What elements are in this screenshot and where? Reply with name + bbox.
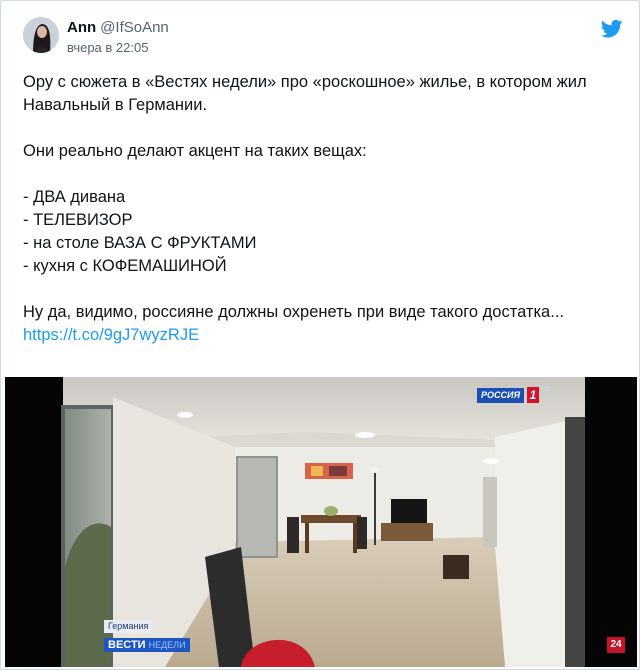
author-name-line: Ann @IfSoAnn bbox=[67, 19, 169, 37]
show-title-caption: ВЕСТИ НЕДЕЛИ bbox=[104, 638, 190, 652]
tweet-paragraph-1: Ору с сюжета в «Вестях недели» про «роск… bbox=[23, 73, 587, 114]
corner-badge: 24 bbox=[607, 637, 625, 653]
channel-hd-badge: HD bbox=[542, 387, 551, 393]
show-subtitle: НЕДЕЛИ bbox=[148, 640, 186, 650]
author-handle[interactable]: @IfSoAnn bbox=[100, 19, 169, 36]
video-frame bbox=[5, 377, 637, 667]
tweet-timestamp[interactable]: вчера в 22:05 bbox=[67, 40, 169, 55]
tweet-paragraph-2: Они реально делают акцент на таких вещах… bbox=[23, 142, 367, 160]
video-player[interactable] bbox=[5, 377, 637, 667]
tweet-card: Ann @IfSoAnn вчера в 22:05 Ору с сюжета в… bbox=[0, 0, 640, 670]
tweet-text: Ору с сюжета в «Вестях недели» про «роск… bbox=[23, 71, 613, 347]
list-item: - на столе ВАЗА С ФРУКТАМИ bbox=[23, 234, 257, 252]
list-item: - ТЕЛЕВИЗОР bbox=[23, 211, 133, 229]
avatar-photo-icon bbox=[23, 17, 59, 53]
list-item: - ДВА дивана bbox=[23, 188, 126, 206]
twitter-bird-icon[interactable] bbox=[600, 19, 623, 39]
show-title: ВЕСТИ bbox=[108, 639, 146, 651]
tweet-paragraph-3: Ну да, видимо, россияне должны охренеть … bbox=[23, 303, 564, 321]
location-caption: Германия bbox=[104, 620, 153, 633]
channel-number: 1 bbox=[527, 387, 539, 403]
author-avatar[interactable] bbox=[23, 17, 59, 53]
tweet-link[interactable]: https://t.co/9gJ7wyzRJE bbox=[23, 326, 199, 344]
author-info: Ann @IfSoAnn вчера в 22:05 bbox=[67, 19, 169, 55]
list-item: - кухня с КОФЕМАШИНОЙ bbox=[23, 257, 227, 275]
author-display-name[interactable]: Ann bbox=[67, 19, 96, 36]
tweet-header: Ann @IfSoAnn вчера в 22:05 bbox=[23, 15, 623, 61]
channel-logo: РОССИЯ bbox=[477, 388, 525, 403]
